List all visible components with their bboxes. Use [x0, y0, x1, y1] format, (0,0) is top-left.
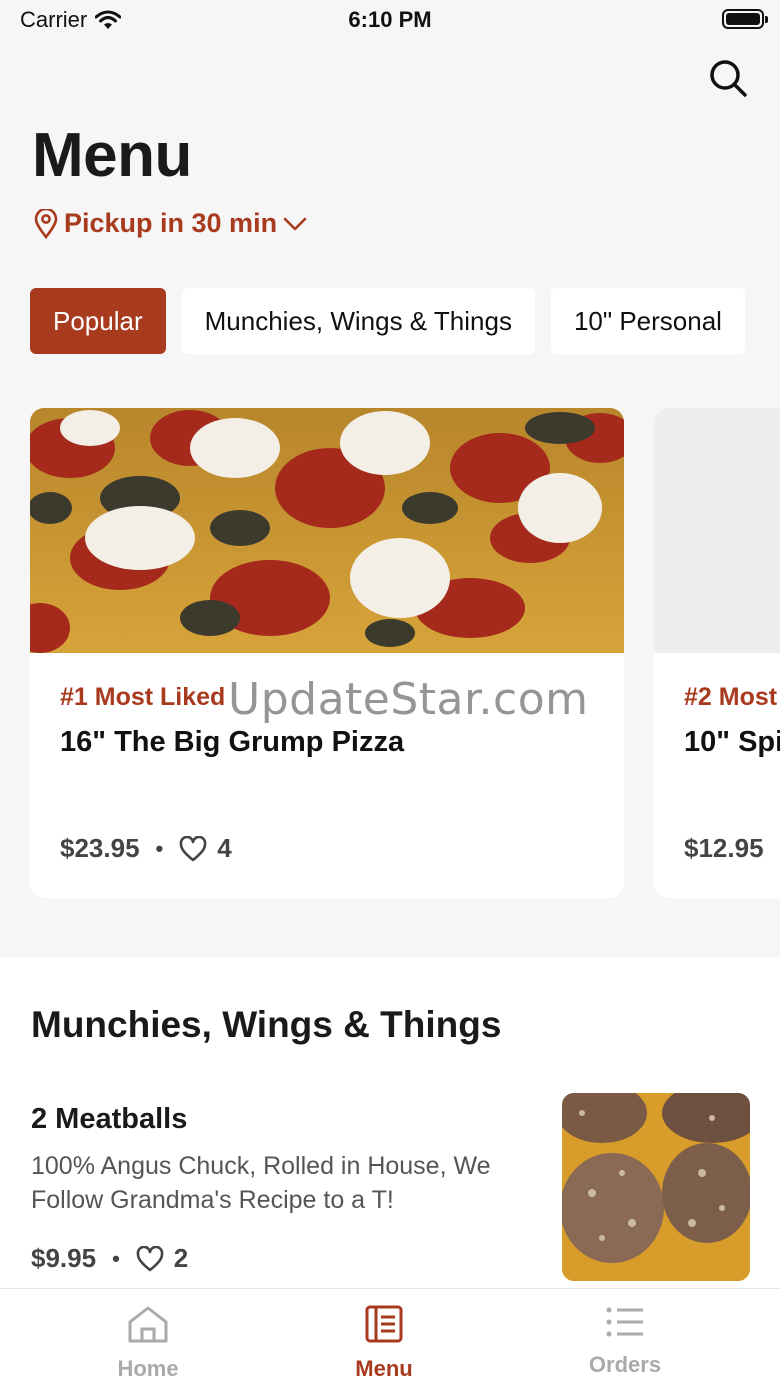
popular-carousel[interactable]: #1 Most Liked 16" The Big Grump Pizza $2… [30, 408, 780, 898]
section-title: Munchies, Wings & Things [31, 1004, 502, 1045]
heart-icon [136, 1245, 164, 1271]
card-tag: #2 Most Liked [684, 683, 780, 711]
status-time: 6:10 PM [348, 7, 432, 32]
item-likes: 2 [173, 1243, 189, 1273]
menu-section: Munchies, Wings & Things 2 Meatballs 100… [0, 958, 780, 1288]
item-description: 100% Angus Chuck, Rolled in House, We Fo… [31, 1152, 491, 1214]
card-price: $12.95 [684, 833, 764, 863]
card-meta: $12.95 [684, 833, 764, 864]
tab-10-personal[interactable]: 10" Personal [550, 288, 745, 354]
home-icon [128, 1306, 168, 1343]
tab-popular[interactable]: Popular [30, 288, 166, 354]
watermark: UpdateStar.com [228, 674, 589, 725]
menu-book-icon [365, 1305, 403, 1343]
separator-dot: • [112, 1245, 120, 1271]
meatballs-image [562, 1093, 750, 1281]
list-icon [606, 1307, 643, 1337]
tab-orders-label: Orders [588, 1352, 662, 1377]
tab-munchies[interactable]: Munchies, Wings & Things [181, 288, 535, 354]
bottom-tab-bar: Home Menu Orders [0, 1288, 780, 1387]
popular-card[interactable]: #2 Most Liked 10" Spi $12.95 [654, 408, 780, 898]
category-tabs: Popular Munchies, Wings & Things 10" Per… [30, 288, 745, 354]
card-body: #2 Most Liked 10" Spi $12.95 [654, 653, 780, 898]
battery-icon [722, 9, 768, 29]
card-title: 10" Spi [684, 726, 780, 758]
search-icon [710, 60, 747, 97]
tab-menu-label: Menu [355, 1356, 413, 1381]
card-likes: 4 [217, 833, 232, 863]
card-image-placeholder [654, 408, 780, 653]
list-item[interactable]: 2 Meatballs 100% Angus Chuck, Rolled in … [0, 1093, 780, 1288]
popular-card[interactable]: #1 Most Liked 16" The Big Grump Pizza $2… [30, 408, 624, 898]
separator-dot: • [155, 835, 164, 861]
tab-menu[interactable]: Menu [304, 1305, 464, 1382]
pickup-selector[interactable]: Pickup in 30 min [34, 208, 307, 239]
status-bar: Carrier 6:10 PM [0, 0, 780, 40]
tab-orders[interactable]: Orders [545, 1305, 705, 1378]
card-meta: $23.95 • 4 [60, 833, 232, 864]
location-pin-icon [34, 208, 58, 239]
heart-icon [179, 835, 207, 861]
tab-home-label: Home [117, 1356, 179, 1381]
card-title: 16" The Big Grump Pizza [60, 726, 405, 758]
item-name: 2 Meatballs [31, 1103, 188, 1135]
page-title: Menu [32, 121, 192, 190]
pickup-label: Pickup in 30 min [64, 208, 278, 238]
item-price: $9.95 [31, 1243, 97, 1273]
pizza-image [30, 408, 624, 653]
card-price: $23.95 [60, 833, 140, 863]
search-button[interactable] [708, 58, 748, 98]
tab-home[interactable]: Home [68, 1305, 228, 1382]
item-meta: $9.95 • 2 [31, 1243, 188, 1274]
chevron-down-icon [283, 217, 307, 230]
